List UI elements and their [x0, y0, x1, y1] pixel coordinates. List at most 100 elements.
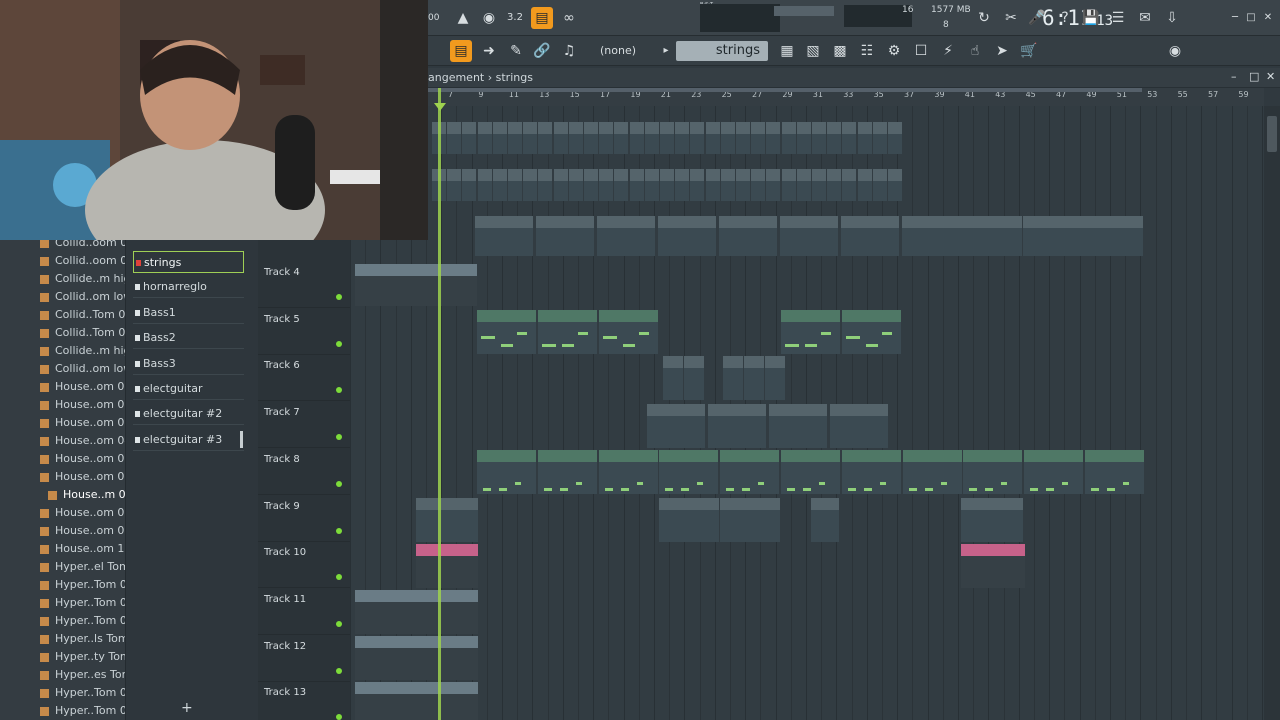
help-icon[interactable]: ?	[1054, 7, 1076, 29]
playlist-grid[interactable]: hat2 hat2 Love Philter - Mix level melodi..…	[350, 106, 1264, 720]
browser-item[interactable]: Hyper..Tom 02	[40, 594, 125, 612]
picker-item[interactable]: electguitar	[133, 378, 244, 400]
browser-item[interactable]: Hyper..Tom 03	[40, 612, 125, 630]
playlist-clip[interactable]: hat2	[902, 216, 1022, 256]
playlist-clip[interactable]: h..lo	[647, 404, 705, 448]
brush-icon[interactable]: ✎	[505, 40, 527, 62]
browser-item[interactable]: Hyper..Tom 02	[40, 702, 125, 720]
track-header[interactable]: Track 10	[258, 542, 350, 589]
close-app-icon[interactable]: ✕	[1257, 7, 1279, 29]
browser-item[interactable]: Collid..oom 04	[40, 252, 125, 270]
browser-item[interactable]: House..om 02	[40, 396, 125, 414]
playlist-clip[interactable]: electg..ar #3	[961, 498, 1023, 542]
browser-item[interactable]: Hyper..Tom 01	[40, 684, 125, 702]
playlist-clip[interactable]	[765, 356, 785, 400]
track-mute-led[interactable]	[336, 294, 342, 300]
browser-item[interactable]: House..om 09	[40, 522, 125, 540]
playlist-clip[interactable]	[584, 169, 598, 201]
snap-select[interactable]: (none)	[600, 41, 658, 61]
mixer-icon[interactable]: ☰	[1107, 7, 1129, 29]
playlist-clip[interactable]	[614, 169, 629, 201]
browser-item[interactable]: Collide..m high	[40, 270, 125, 288]
playlist-clip[interactable]: Dark St..pitch	[416, 544, 478, 588]
piano-roll-icon[interactable]: ▩	[829, 40, 851, 62]
track-header[interactable]: Track 4	[258, 262, 350, 308]
channel-rack-icon[interactable]: ▧	[802, 40, 824, 62]
playlist-clip[interactable]: melodi..cipal	[599, 310, 658, 354]
close-button[interactable]: ✕	[1266, 70, 1275, 83]
playlist-clip[interactable]	[663, 356, 683, 400]
playlist-clip[interactable]: h..lo	[708, 404, 766, 448]
typing-keyboard-icon[interactable]: ▤	[531, 7, 553, 29]
track-mute-led[interactable]	[336, 714, 342, 720]
arrow-icon[interactable]: ➤	[991, 40, 1013, 62]
playlist-clip[interactable]	[644, 122, 659, 154]
track-mute-led[interactable]	[336, 667, 342, 674]
playlist-clip[interactable]	[872, 122, 887, 154]
browser-item[interactable]: Hyper..el Tom	[40, 558, 125, 576]
browser-item[interactable]: Hyper..es Tom	[40, 666, 125, 684]
playlist-clip[interactable]	[447, 122, 462, 154]
undo-icon[interactable]: ↻	[973, 7, 995, 29]
playlist-clip[interactable]	[475, 216, 533, 256]
playlist-clip[interactable]	[492, 169, 507, 201]
add-pattern-button[interactable]: +	[181, 700, 193, 716]
playlist-clip[interactable]	[660, 169, 674, 201]
playlist-clip[interactable]	[508, 122, 522, 154]
playlist-clip[interactable]	[538, 169, 553, 201]
playlist-clip[interactable]	[614, 122, 629, 154]
playlist-clip[interactable]	[842, 169, 857, 201]
track-header[interactable]: Track 8	[258, 449, 350, 495]
track-mute-led[interactable]	[336, 620, 342, 627]
playlist-clip[interactable]	[705, 122, 720, 154]
track-mute-led[interactable]	[336, 434, 342, 441]
playlist-clip[interactable]	[658, 216, 716, 256]
touch-icon[interactable]: ☝	[964, 40, 986, 62]
playlist-clip[interactable]	[684, 356, 704, 400]
playlist-clip[interactable]	[568, 169, 583, 201]
playlist-clip[interactable]: melodi..cipal	[538, 310, 597, 354]
playhead[interactable]	[438, 88, 441, 720]
playlist-clip[interactable]	[719, 216, 777, 256]
picker-item[interactable]: strings	[133, 251, 244, 273]
playlist-clip[interactable]	[492, 122, 507, 154]
browser-item[interactable]: Hyper..ty Tom	[40, 648, 125, 666]
playlist-clip[interactable]	[827, 122, 842, 154]
browser-item[interactable]: Collid..Tom 01	[40, 306, 125, 324]
shop-icon[interactable]: 🛒	[1018, 40, 1040, 62]
record-icon[interactable]: ◉	[478, 7, 500, 29]
picker-scrollbar[interactable]	[240, 430, 243, 448]
link-icon[interactable]: 🔗	[531, 40, 553, 62]
track-header[interactable]: Track 9	[258, 496, 350, 542]
tempo-display[interactable]: 00	[428, 7, 439, 29]
playlist-clip[interactable]	[629, 122, 644, 154]
playlist-clip[interactable]: electg..ar #3	[416, 498, 478, 542]
playlist-clip[interactable]	[888, 122, 902, 154]
playlist-clip[interactable]	[690, 169, 705, 201]
browser-item[interactable]: House..om 10	[40, 540, 125, 558]
playlist-clip[interactable]: melodi..cipal	[842, 310, 901, 354]
playlist-view-icon[interactable]: ▦	[776, 40, 798, 62]
playlist-clip[interactable]: Attack Hat 28..(modulation X)	[355, 682, 478, 720]
playlist-clip[interactable]: melodi..cipal	[781, 310, 840, 354]
step-edit-icon[interactable]: 3.2	[504, 7, 526, 29]
playlist-clip[interactable]	[553, 169, 568, 201]
playlist-clip[interactable]	[462, 169, 477, 201]
maximize-button[interactable]: □	[1249, 70, 1259, 83]
track-header[interactable]: Track 11	[258, 589, 350, 635]
playlist-clip[interactable]: hat2	[1023, 216, 1143, 256]
playlist-clip[interactable]	[553, 122, 568, 154]
playlist-clip[interactable]: Downstream K..modulation X)	[355, 590, 478, 634]
playlist-clip[interactable]	[812, 122, 826, 154]
playlist-clip[interactable]: h..lo	[830, 404, 888, 448]
track-header[interactable]: Track 6	[258, 355, 350, 402]
browser-item[interactable]: House..om 04	[40, 432, 125, 450]
playlist-clip[interactable]	[675, 169, 690, 201]
mixer-view-icon[interactable]: ☷	[856, 40, 878, 62]
playlist-clip[interactable]	[599, 122, 614, 154]
playlist-clip[interactable]	[857, 169, 872, 201]
playlist-clip[interactable]	[736, 122, 750, 154]
playlist-clip[interactable]	[599, 169, 614, 201]
playlist-clip[interactable]	[720, 169, 735, 201]
picker-item[interactable]: Bass2	[133, 327, 244, 350]
